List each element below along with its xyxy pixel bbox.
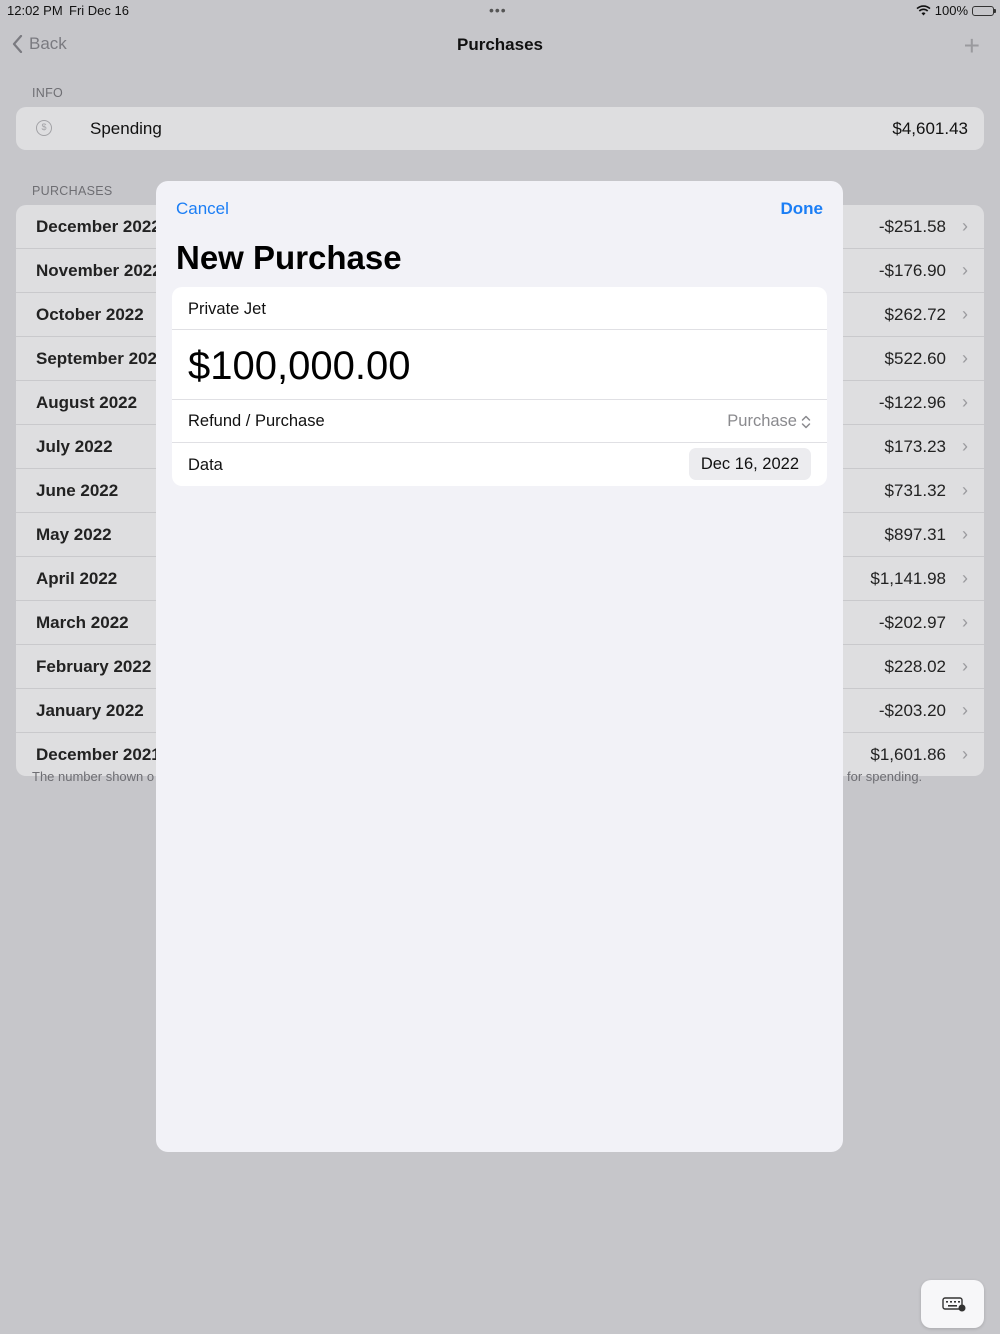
month-amount: $1,601.86 bbox=[870, 745, 946, 764]
month-label: January 2022 bbox=[36, 701, 144, 720]
spending-value: $4,601.43 bbox=[892, 119, 968, 138]
keyboard-button[interactable] bbox=[921, 1280, 984, 1328]
keyboard-icon bbox=[942, 1297, 966, 1312]
date-row: Data Dec 16, 2022 bbox=[172, 443, 827, 486]
battery-icon bbox=[972, 5, 996, 16]
amount-field[interactable]: $100,000.00 bbox=[172, 330, 827, 400]
month-label: September 2022 bbox=[36, 349, 167, 368]
chevron-right-icon: › bbox=[962, 744, 968, 764]
month-label: June 2022 bbox=[36, 481, 119, 500]
month-amount: -$203.20 bbox=[878, 701, 946, 720]
cancel-button[interactable]: Cancel bbox=[176, 199, 229, 219]
multitasking-dots-icon[interactable]: ••• bbox=[489, 2, 507, 18]
name-value: Private Jet bbox=[188, 300, 266, 318]
chevron-right-icon: › bbox=[962, 524, 968, 544]
navigation-bar: Back Purchases + bbox=[0, 26, 1000, 66]
status-time: 12:02 PM bbox=[7, 3, 63, 18]
chevron-right-icon: › bbox=[962, 392, 968, 412]
month-amount: $173.23 bbox=[884, 437, 946, 456]
purchases-section-header: PURCHASES bbox=[32, 184, 113, 198]
month-amount: $228.02 bbox=[884, 657, 946, 676]
status-date: Fri Dec 16 bbox=[69, 3, 129, 18]
date-label: Data bbox=[188, 456, 223, 474]
footer-note-left: The number shown o bbox=[32, 769, 155, 784]
chevron-right-icon: › bbox=[962, 436, 968, 456]
month-amount: $897.31 bbox=[884, 525, 946, 544]
month-amount: -$202.97 bbox=[878, 613, 946, 632]
month-label: October 2022 bbox=[36, 305, 144, 324]
refund-purchase-row: Refund / Purchase Purchase bbox=[172, 400, 827, 443]
month-label: May 2022 bbox=[36, 525, 112, 544]
date-picker-button[interactable]: Dec 16, 2022 bbox=[688, 448, 811, 480]
chevron-right-icon: › bbox=[962, 304, 968, 324]
month-label: December 2022 bbox=[36, 217, 161, 236]
add-icon[interactable]: + bbox=[964, 30, 980, 62]
wifi-icon bbox=[916, 5, 931, 16]
chevron-right-icon: › bbox=[962, 568, 968, 588]
dollar-circle-icon: $ bbox=[36, 120, 52, 136]
refund-purchase-label: Refund / Purchase bbox=[188, 412, 325, 430]
status-bar: 12:02 PM Fri Dec 16 ••• 100% bbox=[0, 0, 1000, 22]
month-amount: -$122.96 bbox=[878, 393, 946, 412]
chevron-right-icon: › bbox=[962, 656, 968, 676]
month-amount: -$251.58 bbox=[878, 217, 946, 236]
amount-value: $100,000.00 bbox=[188, 344, 411, 388]
month-amount: $1,141.98 bbox=[870, 569, 946, 588]
month-label: April 2022 bbox=[36, 569, 118, 588]
done-button[interactable]: Done bbox=[781, 199, 824, 219]
chevron-right-icon: › bbox=[962, 348, 968, 368]
month-label: March 2022 bbox=[36, 613, 129, 632]
month-amount: $522.60 bbox=[884, 349, 946, 368]
footer-note-right: for spending. bbox=[847, 769, 923, 784]
month-label: December 2021 bbox=[36, 745, 161, 764]
month-amount: $731.32 bbox=[884, 481, 946, 500]
month-label: August 2022 bbox=[36, 393, 138, 412]
name-field[interactable]: Private Jet bbox=[172, 287, 827, 330]
new-purchase-sheet: Cancel Done New Purchase Private Jet $10… bbox=[156, 181, 843, 1152]
chevron-right-icon: › bbox=[962, 260, 968, 280]
chevron-up-down-icon bbox=[801, 415, 811, 428]
chevron-right-icon: › bbox=[962, 216, 968, 236]
chevron-right-icon: › bbox=[962, 612, 968, 632]
spending-label: Spending bbox=[90, 119, 162, 138]
battery-percent: 100% bbox=[934, 3, 968, 18]
info-section-header: INFO bbox=[32, 86, 64, 100]
month-label: July 2022 bbox=[36, 437, 113, 456]
month-amount: -$176.90 bbox=[878, 261, 946, 280]
refund-purchase-picker[interactable]: Purchase bbox=[727, 412, 811, 431]
chevron-right-icon: › bbox=[962, 700, 968, 720]
month-amount: $262.72 bbox=[884, 305, 946, 324]
purchase-form: Private Jet $100,000.00 Refund / Purchas… bbox=[172, 287, 827, 486]
sheet-title: New Purchase bbox=[176, 239, 402, 276]
spending-row: $ Spending $4,601.43 bbox=[16, 107, 984, 150]
month-label: February 2022 bbox=[36, 657, 152, 676]
status-right: 100% bbox=[916, 3, 996, 18]
picker-value: Purchase bbox=[727, 412, 797, 430]
chevron-right-icon: › bbox=[962, 480, 968, 500]
month-label: November 2022 bbox=[36, 261, 162, 280]
page-title: Purchases bbox=[457, 35, 543, 54]
